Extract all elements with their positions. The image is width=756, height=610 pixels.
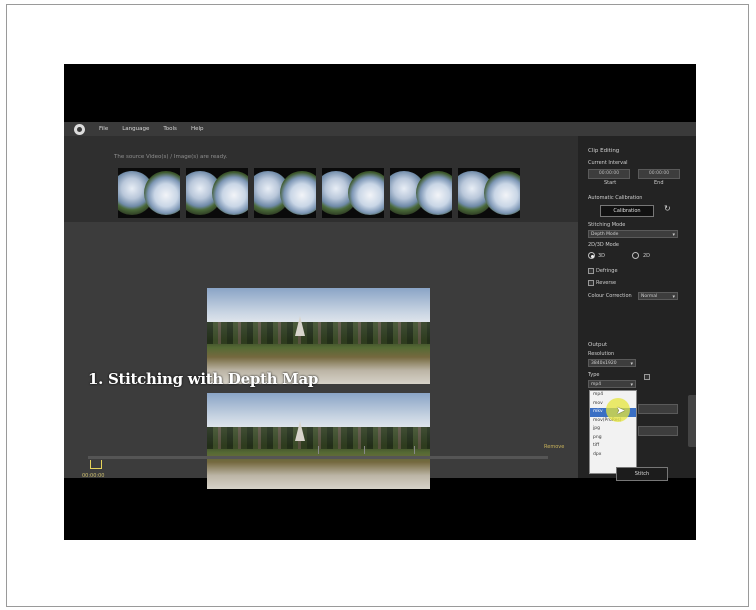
output-name-field[interactable] [638, 404, 678, 414]
type-option[interactable]: dpx [590, 451, 636, 460]
preview-area [64, 222, 578, 489]
type-select[interactable]: mp4 [588, 380, 636, 389]
source-strip: The source Video(s) / Image(s) are ready… [64, 136, 578, 222]
colour-correction-select[interactable]: Normal [638, 292, 678, 301]
menu-tools[interactable]: Tools [163, 126, 177, 132]
source-thumbnail[interactable] [322, 168, 384, 218]
menu-bar: File Language Tools Help [64, 122, 696, 136]
current-interval-label: Current Interval [588, 160, 628, 166]
mouse-cursor-icon: ➤ [616, 404, 626, 417]
remove-link[interactable]: Remove [544, 444, 564, 450]
timeline-tick [364, 446, 365, 454]
source-thumbnail[interactable] [254, 168, 316, 218]
calibration-button[interactable]: Calibration [600, 205, 654, 217]
auto-calibration-label: Automatic Calibration [588, 195, 643, 201]
mode-3d-label: 3D [598, 253, 606, 259]
start-time-field[interactable]: 00:00:00 [588, 169, 630, 179]
defringe-label: Defringe [596, 268, 618, 274]
status-message: The source Video(s) / Image(s) are ready… [114, 154, 228, 160]
source-thumbnail[interactable] [458, 168, 520, 218]
type-option[interactable]: jpg [590, 425, 636, 434]
type-option[interactable]: png [590, 434, 636, 443]
output-heading: Output [588, 342, 608, 348]
mode-2d-radio[interactable] [632, 252, 639, 259]
video-caption: 1. Stitching with Depth Map [88, 370, 319, 388]
source-thumbnail[interactable] [390, 168, 452, 218]
end-label: End [654, 180, 664, 186]
mode-2d-label: 2D [643, 253, 651, 259]
resolution-label: Resolution [588, 351, 615, 357]
type-option[interactable]: tiff [590, 442, 636, 451]
timeline-marker[interactable] [90, 460, 102, 469]
timecode: 00:00:00 [82, 473, 105, 479]
reverse-label: Reverse [596, 280, 617, 286]
end-time-field[interactable]: 00:00:00 [638, 169, 680, 179]
side-collapse-tab[interactable] [688, 395, 696, 447]
stitching-mode-select[interactable]: Depth Mode [588, 230, 678, 239]
start-label: Start [604, 180, 617, 186]
type-label: Type [588, 372, 600, 378]
reverse-checkbox[interactable] [588, 280, 594, 286]
reset-icon[interactable]: ↻ [664, 204, 671, 213]
output-option-checkbox[interactable] [644, 374, 650, 380]
timeline-tick [318, 446, 319, 454]
preview-bottom-eye [207, 393, 430, 489]
menu-help[interactable]: Help [191, 126, 204, 132]
timeline-track[interactable] [88, 456, 548, 459]
stitch-button[interactable]: Stitch [616, 467, 668, 481]
output-path-field[interactable] [638, 426, 678, 436]
source-thumbnails [118, 168, 520, 218]
source-thumbnail[interactable] [186, 168, 248, 218]
mode-3d-radio[interactable] [588, 252, 595, 259]
colour-correction-label: Colour Correction [588, 293, 632, 299]
stitching-mode-label: Stitching Mode [588, 222, 626, 228]
defringe-checkbox[interactable] [588, 268, 594, 274]
menu-language[interactable]: Language [122, 126, 149, 132]
clip-editing-heading: Clip Editing [588, 148, 620, 154]
source-thumbnail[interactable] [118, 168, 180, 218]
dimension-mode-label: 2D/3D Mode [588, 242, 619, 248]
menu-file[interactable]: File [99, 126, 108, 132]
resolution-select[interactable]: 3840x1920 [588, 359, 636, 368]
timeline-tick [414, 446, 415, 454]
app-logo-icon [74, 123, 85, 135]
